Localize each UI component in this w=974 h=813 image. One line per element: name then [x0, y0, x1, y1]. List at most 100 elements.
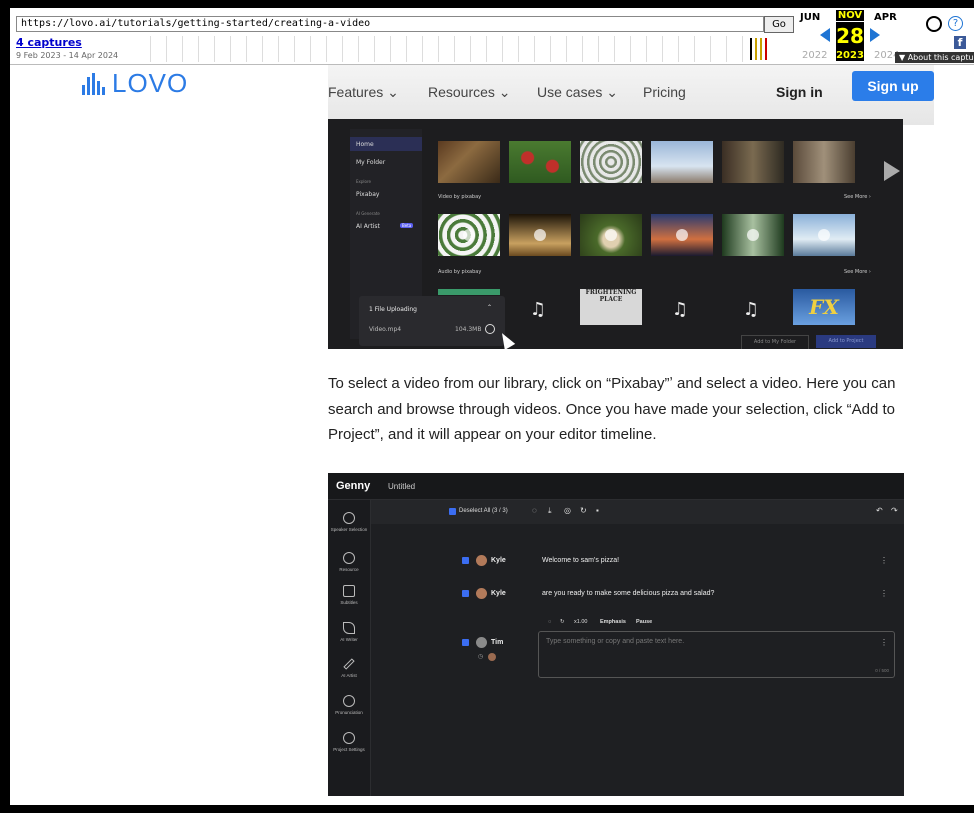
- beta-badge: Beta: [400, 223, 414, 228]
- avatar: [476, 637, 487, 648]
- add-to-project-button[interactable]: Add to Project: [816, 335, 876, 348]
- month-current: NOV: [836, 10, 864, 21]
- more-options-icon[interactable]: ⋮: [880, 638, 888, 647]
- comment-icon[interactable]: ◌: [532, 506, 537, 515]
- music-note-icon[interactable]: ♫: [665, 295, 695, 325]
- wayback-captures-link[interactable]: 4 captures: [16, 36, 82, 49]
- speaker-name[interactable]: Tim: [491, 639, 503, 646]
- trash-icon[interactable]: ▪: [596, 506, 599, 515]
- sidebar-project-settings[interactable]: Project Settings: [328, 732, 370, 753]
- wayback-go-button[interactable]: Go: [764, 16, 794, 33]
- nav-pricing[interactable]: Pricing: [643, 84, 686, 100]
- help-icon[interactable]: ?: [948, 16, 963, 31]
- sidebar-ai-artist[interactable]: AI Artist: [328, 658, 370, 679]
- wayback-sparkline[interactable]: [150, 36, 750, 62]
- prev-capture-icon[interactable]: [820, 28, 830, 42]
- genny-logo: Genny: [336, 480, 371, 492]
- speaker-icon: [343, 512, 355, 524]
- year-prev[interactable]: 2022: [802, 50, 827, 61]
- year-current: 2023: [836, 50, 864, 61]
- row-checkbox[interactable]: [462, 590, 469, 597]
- clock-icon[interactable]: ◷: [478, 653, 483, 660]
- avatar: [476, 555, 487, 566]
- download-icon[interactable]: ⤓: [548, 506, 552, 516]
- sidebar-resource[interactable]: Resource: [328, 552, 370, 573]
- pen-icon: [343, 622, 355, 634]
- carousel-next-icon[interactable]: [884, 161, 900, 181]
- user-icon[interactable]: [926, 16, 942, 32]
- genny-editor-screenshot: Genny Untitled Speaker Selection Resourc…: [328, 473, 904, 796]
- thumb-squirrels: [793, 141, 855, 183]
- speaker-name[interactable]: Kyle: [491, 557, 506, 564]
- play-icon: [747, 229, 759, 241]
- sidebar-speaker-selection[interactable]: Speaker Selection: [328, 512, 370, 533]
- month-next[interactable]: APR: [874, 12, 897, 23]
- play-icon: [605, 229, 617, 241]
- library-ai-generate-heading: AI Generate: [356, 211, 380, 216]
- sidebar-ai-writer[interactable]: AI Writer: [328, 622, 370, 643]
- audio-frightening-place[interactable]: FRIGHTENING PLACE: [580, 289, 642, 325]
- sign-up-button[interactable]: Sign up: [852, 71, 934, 101]
- gear-icon: [343, 732, 355, 744]
- lovo-logo[interactable]: LOVO: [82, 68, 188, 99]
- emphasis-button[interactable]: Emphasis: [600, 619, 626, 625]
- sidebar-pronunciation[interactable]: Pronunciation: [328, 695, 370, 716]
- music-note-icon[interactable]: ♫: [523, 295, 553, 325]
- undo-icon[interactable]: ↶: [876, 506, 883, 515]
- library-pixabay: Pixabay: [356, 191, 380, 198]
- audio-by-label: Audio by pixabay: [438, 269, 482, 275]
- speaker-name[interactable]: Kyle: [491, 590, 506, 597]
- pause-button[interactable]: Pause: [636, 619, 652, 625]
- upload-size: 104.3MB: [455, 326, 482, 333]
- mouse-cursor-icon: [496, 330, 516, 349]
- upload-filename: Video.mp4: [369, 326, 402, 333]
- redo-icon[interactable]: ↷: [891, 506, 898, 515]
- comment-small-icon[interactable]: ◌: [548, 619, 551, 625]
- upload-title: 1 File Uploading: [369, 306, 417, 313]
- add-to-folder-button[interactable]: Add to My Folder: [741, 335, 809, 349]
- capture-day: 28: [836, 22, 864, 50]
- sign-in-link[interactable]: Sign in: [776, 84, 823, 100]
- collapse-chevron-icon[interactable]: ⌃: [487, 304, 492, 311]
- speed-value[interactable]: x1.00: [574, 619, 587, 625]
- nav-features[interactable]: Features ⌄: [328, 84, 399, 101]
- script-line[interactable]: are you ready to make some delicious piz…: [542, 590, 714, 597]
- refresh-small-icon[interactable]: ↻: [560, 619, 565, 625]
- upload-toast: 1 File Uploading ⌃ Video.mp4 104.3MB: [359, 296, 505, 346]
- screenshot-top-shadow: [328, 65, 934, 125]
- capture-bar: [755, 38, 757, 60]
- script-line[interactable]: Welcome to sam's pizza!: [542, 557, 619, 564]
- facebook-icon[interactable]: f: [954, 36, 966, 49]
- audio-fx[interactable]: FX: [793, 289, 855, 325]
- sidebar-subtitles[interactable]: Subtitles: [328, 585, 370, 606]
- browser-page: https://lovo.ai/tutorials/getting-starte…: [10, 8, 974, 805]
- library-home: Home: [356, 141, 374, 148]
- refresh-icon[interactable]: ↻: [580, 506, 587, 515]
- upload-progress-icon: [485, 324, 495, 334]
- logo-waveform-icon: [82, 73, 106, 95]
- about-capture-button[interactable]: ▼ About this capture: [895, 52, 974, 63]
- nav-use-cases[interactable]: Use cases ⌄: [537, 84, 618, 101]
- thumb-birds: [651, 141, 713, 183]
- script-text-input[interactable]: Type something or copy and paste text he…: [538, 631, 895, 678]
- editor-topbar: Genny Untitled: [328, 473, 904, 500]
- more-options-icon[interactable]: ⋮: [880, 589, 888, 598]
- row-checkbox[interactable]: [462, 639, 469, 646]
- month-prev[interactable]: JUN: [800, 12, 820, 23]
- music-note-icon[interactable]: ♫: [736, 295, 766, 325]
- wayback-url-input[interactable]: https://lovo.ai/tutorials/getting-starte…: [16, 16, 764, 32]
- see-more-audio[interactable]: See More ›: [844, 269, 871, 275]
- editor-sidebar: Speaker Selection Resource Subtitles AI …: [328, 500, 371, 796]
- project-title: Untitled: [388, 482, 416, 491]
- row-checkbox[interactable]: [462, 557, 469, 564]
- wayback-capture-bars: [750, 38, 774, 60]
- nav-resources[interactable]: Resources ⌄: [428, 84, 511, 101]
- deselect-all-checkbox[interactable]: [449, 508, 456, 515]
- see-more-video[interactable]: See More ›: [844, 194, 871, 200]
- speaker-swap-icon[interactable]: ◎: [564, 506, 571, 515]
- wayback-date-range: 9 Feb 2023 - 14 Apr 2024: [16, 51, 119, 60]
- capture-bar: [765, 38, 767, 60]
- more-options-icon[interactable]: ⋮: [880, 556, 888, 565]
- pronunciation-icon: [343, 695, 355, 707]
- next-capture-icon[interactable]: [870, 28, 880, 42]
